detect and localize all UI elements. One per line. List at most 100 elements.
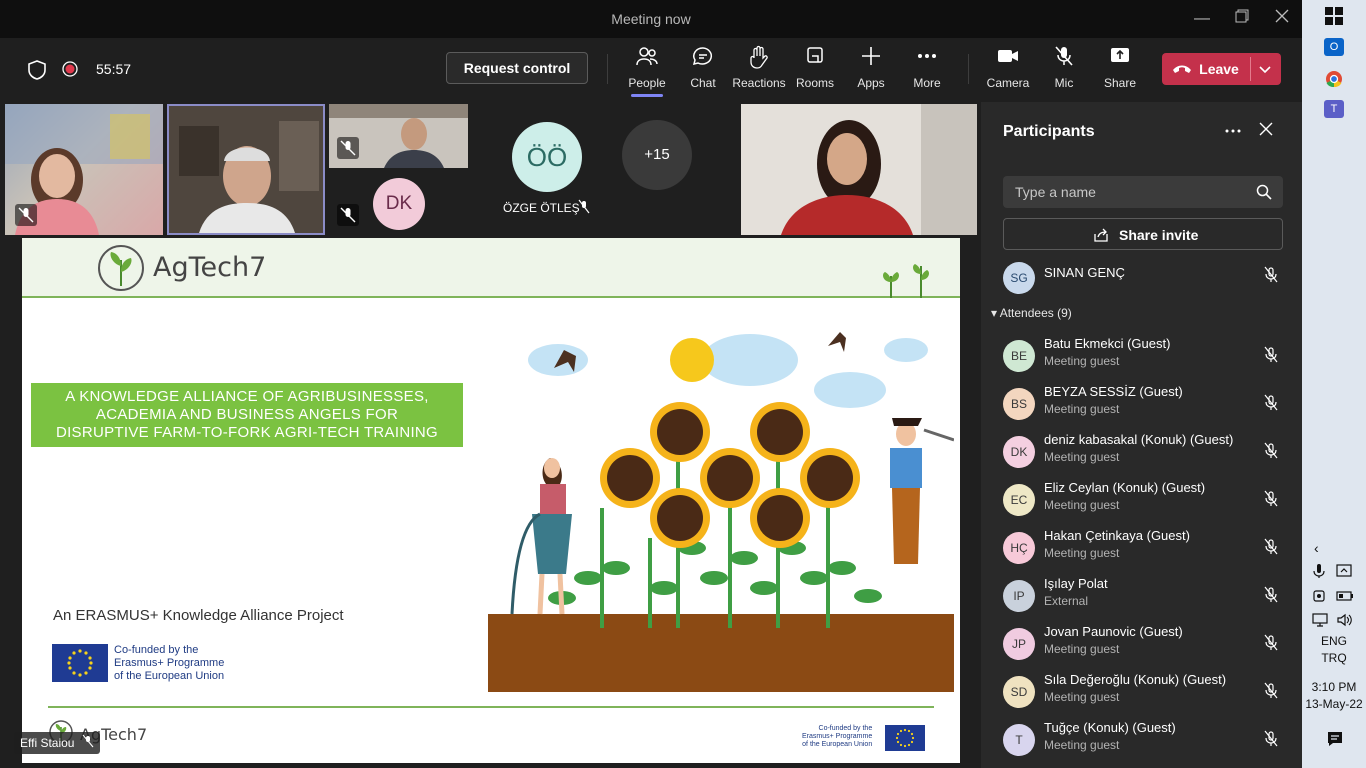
mic-muted-icon <box>1036 44 1092 74</box>
attendee-role: Meeting guest <box>1044 642 1120 656</box>
more-options-icon[interactable] <box>1224 122 1242 145</box>
chat-icon <box>675 44 731 74</box>
cofund-line-1: Co-funded by the <box>114 644 199 656</box>
chevron-left-icon[interactable]: ‹ <box>1314 540 1319 556</box>
attendee-role: External <box>1044 594 1089 608</box>
video-tile-participant-3[interactable] <box>329 104 468 168</box>
avatar-dk[interactable]: DK <box>373 178 425 230</box>
attendee-row[interactable]: IP Işılay Polat External <box>1003 574 1283 620</box>
shield-icon[interactable] <box>27 60 47 85</box>
mic-off-icon <box>1263 682 1279 705</box>
footer-cofund-line-3: of the European Union <box>802 741 873 748</box>
attendee-name: deniz kabasakal (Konuk) (Guest) <box>1044 432 1234 447</box>
banner-line-3: DISRUPTIVE FARM-TO-FORK AGRI-TECH TRAINI… <box>55 424 439 441</box>
attendee-name: Hakan Çetinkaya (Guest) <box>1044 528 1190 543</box>
mic-off-icon <box>1263 730 1279 753</box>
network-icon[interactable] <box>1312 612 1328 633</box>
mic-button[interactable]: Mic <box>1036 44 1092 90</box>
presenter-name: Effi Staiou <box>20 736 75 750</box>
leave-button[interactable]: Leave <box>1162 53 1281 85</box>
video-tile-participant-4[interactable] <box>741 104 977 235</box>
rooms-icon <box>787 44 843 74</box>
plus-icon <box>843 44 899 74</box>
rooms-label: Rooms <box>795 76 834 90</box>
chevron-down-icon: ▾ <box>991 306 998 320</box>
share-invite-label: Share invite <box>1119 227 1199 243</box>
participant-search-input[interactable]: Type a name <box>1003 176 1283 208</box>
cofund-line-3: of the European Union <box>114 670 225 682</box>
mic-off-icon <box>82 733 94 755</box>
attendee-role: Meeting guest <box>1044 738 1120 752</box>
attendee-row[interactable]: T Tuğçe (Konuk) (Guest) Meeting guest <box>1003 718 1283 764</box>
restore-icon[interactable] <box>1230 8 1254 30</box>
attendee-role: Meeting guest <box>1044 450 1120 464</box>
slide-footer-divider <box>48 706 934 708</box>
project-tagline: An ERASMUS+ Knowledge Alliance Project <box>53 607 344 624</box>
avatar: JP <box>1003 628 1035 660</box>
attendee-row[interactable]: BS BEYZA SESSİZ (Guest) Meeting guest <box>1003 382 1283 428</box>
windows-start-icon[interactable] <box>1325 7 1343 30</box>
minimize-icon[interactable]: — <box>1190 8 1214 30</box>
camera-label: Camera <box>986 76 1030 90</box>
meeting-timer: 55:57 <box>96 61 132 77</box>
microphone-tray-icon[interactable] <box>1312 563 1326 584</box>
chat-button[interactable]: Chat <box>675 44 731 90</box>
apps-button[interactable]: Apps <box>843 44 899 90</box>
reactions-button[interactable]: Reactions <box>731 44 787 90</box>
attendee-name: Sıla Değeroğlu (Konuk) (Guest) <box>1044 672 1227 687</box>
camera-button[interactable]: Camera <box>980 44 1036 90</box>
notifications-icon[interactable] <box>1326 730 1344 753</box>
mic-off-icon <box>1263 266 1279 289</box>
mic-off-icon <box>1263 538 1279 561</box>
share-button[interactable]: Share <box>1092 44 1148 90</box>
reactions-label: Reactions <box>732 76 786 90</box>
keyboard-layout[interactable]: TRQ <box>1302 651 1366 665</box>
farm-illustration <box>488 318 955 697</box>
more-button[interactable]: More <box>899 44 955 90</box>
attendee-row[interactable]: HÇ Hakan Çetinkaya (Guest) Meeting guest <box>1003 526 1283 572</box>
raise-hand-icon <box>731 44 787 74</box>
chat-label: Chat <box>690 76 716 90</box>
attendee-role: Meeting guest <box>1044 546 1120 560</box>
input-language[interactable]: ENG <box>1302 634 1366 648</box>
clock-time[interactable]: 3:10 PM <box>1302 680 1366 694</box>
attendees-section-header[interactable]: ▾ Attendees (9) <box>991 306 1072 320</box>
outlook-icon[interactable]: O <box>1324 38 1344 56</box>
camera-icon <box>980 44 1036 74</box>
eu-flag-small-icon <box>885 725 925 751</box>
chrome-icon[interactable] <box>1325 70 1343 93</box>
battery-icon[interactable] <box>1336 588 1354 609</box>
clock-date[interactable]: 13-May-22 <box>1302 697 1366 711</box>
avatar-oo[interactable]: ÖÖ <box>512 122 582 192</box>
footer-cofund-line-1: Co-funded by the <box>818 725 873 732</box>
close-window-icon[interactable] <box>1270 8 1294 30</box>
attendee-row[interactable]: EC Eliz Ceylan (Konuk) (Guest) Meeting gue… <box>1003 478 1283 524</box>
sprout-icon <box>877 256 937 303</box>
attendee-row[interactable]: BE Batu Ekmekci (Guest) Meeting guest <box>1003 334 1283 380</box>
share-invite-button[interactable]: Share invite <box>1003 218 1283 250</box>
attendee-row[interactable]: JP Jovan Paunovic (Guest) Meeting guest <box>1003 622 1283 668</box>
video-tile-participant-1[interactable] <box>5 104 163 235</box>
attendees-count: Attendees (9) <box>999 306 1072 320</box>
people-button[interactable]: People <box>619 44 675 97</box>
close-panel-icon[interactable] <box>1259 122 1273 141</box>
attendee-role: Meeting guest <box>1044 498 1120 512</box>
mic-off-icon <box>15 204 37 226</box>
webcam-tray-icon[interactable] <box>1312 588 1328 609</box>
search-icon[interactable] <box>1256 184 1272 205</box>
chevron-down-icon[interactable] <box>1258 62 1272 81</box>
cofund-statement: Co-funded by the Erasmus+ Programme of t… <box>114 644 224 683</box>
people-label: People <box>628 76 666 90</box>
recording-icon <box>62 61 78 82</box>
teams-icon[interactable]: T <box>1324 100 1344 118</box>
request-control-button[interactable]: Request control <box>446 52 588 84</box>
screen-capture-tray-icon[interactable] <box>1336 563 1352 584</box>
attendee-row[interactable]: DK deniz kabasakal (Konuk) (Guest) Meeting… <box>1003 430 1283 476</box>
video-tile-participant-2[interactable] <box>167 104 325 235</box>
overflow-participants-button[interactable]: +15 <box>622 120 692 190</box>
rooms-button[interactable]: Rooms <box>787 44 843 90</box>
volume-icon[interactable] <box>1336 612 1354 633</box>
attendee-row[interactable]: SD Sıla Değeroğlu (Konuk) (Guest) Meeting … <box>1003 670 1283 716</box>
participant-row[interactable]: SG SINAN GENÇ <box>1003 256 1283 302</box>
people-icon <box>619 44 675 74</box>
